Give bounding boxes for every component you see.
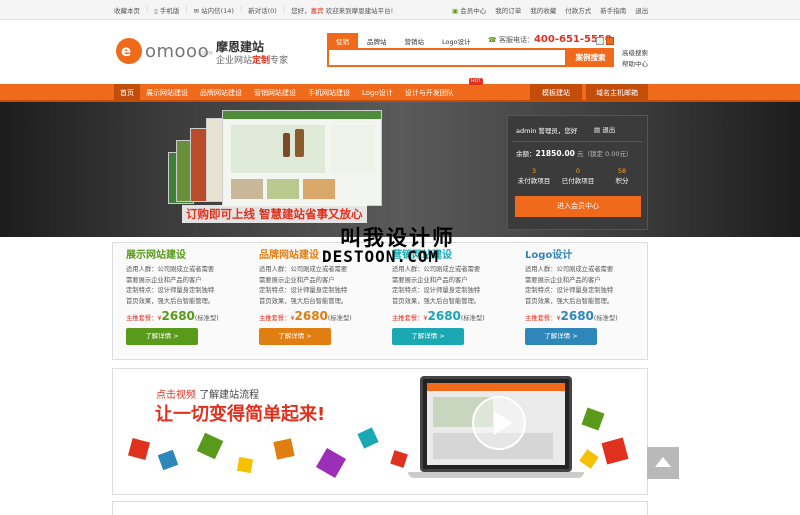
top-link-member[interactable]: ▣ 会员中心	[452, 5, 486, 15]
chat-link[interactable]: 新对话(0)	[248, 5, 277, 15]
video-slogan: 让一切变得简单起来!	[155, 404, 326, 425]
stat-unpaid[interactable]: 3 未付款项目	[514, 166, 554, 186]
nav-domain-hosting[interactable]: 域名主机邮箱	[586, 84, 648, 102]
top-bar: 收藏本页 | ▯ 手机版 | ✉ 站内信(14) | 新对话(0) | 您好，嘉宾 欢迎…	[0, 0, 800, 20]
learn-more-button[interactable]: 了解详情 >	[392, 328, 464, 345]
help-center-link[interactable]: 帮助中心	[622, 59, 648, 70]
member-icon: ▣	[452, 7, 459, 15]
back-to-top-button[interactable]	[647, 447, 679, 479]
top-link-guide[interactable]: 新手指南	[600, 5, 626, 15]
nav-marketing-site[interactable]: 营销网站建设	[248, 84, 302, 102]
play-icon[interactable]	[472, 396, 526, 450]
main-nav: 首页 展示网站建设 品牌网站建设 营销网站建设 手机网站建设 Logo设计 设计…	[0, 78, 800, 102]
nav-showcase-site[interactable]: 展示网站建设	[140, 84, 194, 102]
advanced-search-link[interactable]: 高级搜索	[622, 48, 648, 59]
phone-icon: ▯	[154, 7, 158, 15]
header-links: 高级搜索 帮助中心	[622, 48, 648, 70]
top-link-payment[interactable]: 付款方式	[565, 5, 591, 15]
search-tab-promo[interactable]: 促销	[327, 33, 358, 48]
decor-cube	[273, 438, 295, 460]
top-link-logout[interactable]: 退出	[635, 5, 648, 15]
search-button[interactable]: 案例搜索	[567, 48, 614, 67]
stat-paid[interactable]: 0 已付款项目	[558, 166, 598, 186]
mail-icon: ✉	[193, 7, 200, 15]
search-tabs: 促销 品牌站 营销站 Logo设计	[327, 33, 480, 48]
hero-banner	[0, 102, 800, 237]
logout-icon: ▤	[594, 126, 601, 134]
member-greeting: admin 管理员，您好	[516, 127, 578, 135]
banner-slogan: 订购即可上线 智慧建站省事又放心	[182, 205, 367, 223]
hotline: ☎ 客服电话：400-651-5550	[488, 34, 612, 45]
learn-more-button[interactable]: 了解详情 >	[126, 328, 198, 345]
search-tab-logo[interactable]: Logo设计	[433, 33, 480, 48]
video-link[interactable]: 点击视频 了解建站流程	[156, 386, 259, 401]
watermark-domain: DESTOON.COM	[322, 247, 439, 266]
guest-name: 嘉宾	[310, 7, 324, 15]
brand-subtitle: 企业网站定制专家	[216, 56, 289, 66]
greeting: 您好，嘉宾 欢迎来到摩恩建站平台!	[291, 7, 394, 15]
learn-more-button[interactable]: 了解详情 >	[525, 328, 597, 345]
hot-badge: HOT	[469, 78, 483, 85]
member-balance: 余额：21850.00 元（锁定 0.00元）	[516, 149, 633, 158]
nav-mobile-site[interactable]: 手机网站建设	[302, 84, 356, 102]
laptop-base	[408, 472, 584, 478]
weibo-icon[interactable]	[606, 37, 614, 45]
nav-home[interactable]: 首页	[114, 84, 140, 102]
site-logo[interactable]: e omooo .com	[116, 38, 213, 64]
search-input[interactable]	[327, 48, 567, 67]
template-preview	[222, 110, 382, 206]
nav-team[interactable]: 设计与开发团队	[399, 84, 460, 102]
member-panel: admin 管理员，您好 ▤ 退出 余额：21850.00 元（锁定 0.00元…	[507, 115, 648, 230]
mobile-link[interactable]: ▯ 手机版	[154, 5, 179, 15]
decor-cube	[236, 456, 254, 474]
product-card-showcase: 展示网站建设 适用人群：公司刚成立或者需要 需要展示企业和产品的客户 定制特点：设…	[126, 246, 251, 358]
nav-logo-design[interactable]: Logo设计	[356, 84, 399, 102]
top-link-favorites[interactable]: 我的收藏	[530, 5, 556, 15]
product-card-logo: Logo设计 适用人群：公司刚成立或者需要 需要展示企业和产品的客户 定制特点：设…	[525, 246, 650, 358]
inbox-link[interactable]: ✉ 站内信(14)	[194, 5, 234, 15]
member-logout[interactable]: ▤ 退出	[591, 123, 618, 135]
learn-more-button[interactable]: 了解详情 >	[259, 328, 331, 345]
bookmark-link[interactable]: 收藏本页	[114, 5, 140, 15]
nav-template-site[interactable]: 模板建站	[530, 84, 582, 102]
top-link-orders[interactable]: 我的订单	[495, 5, 521, 15]
qq-icon[interactable]	[596, 37, 604, 45]
search-tab-marketing[interactable]: 营销站	[396, 33, 434, 48]
phone-icon: ☎	[488, 36, 497, 44]
enter-member-center-button[interactable]: 进入会员中心	[515, 196, 641, 217]
nav-brand-site[interactable]: 品牌网站建设	[194, 84, 248, 102]
search-tab-brand[interactable]: 品牌站	[358, 33, 396, 48]
stat-points[interactable]: 58 积分	[602, 166, 642, 186]
